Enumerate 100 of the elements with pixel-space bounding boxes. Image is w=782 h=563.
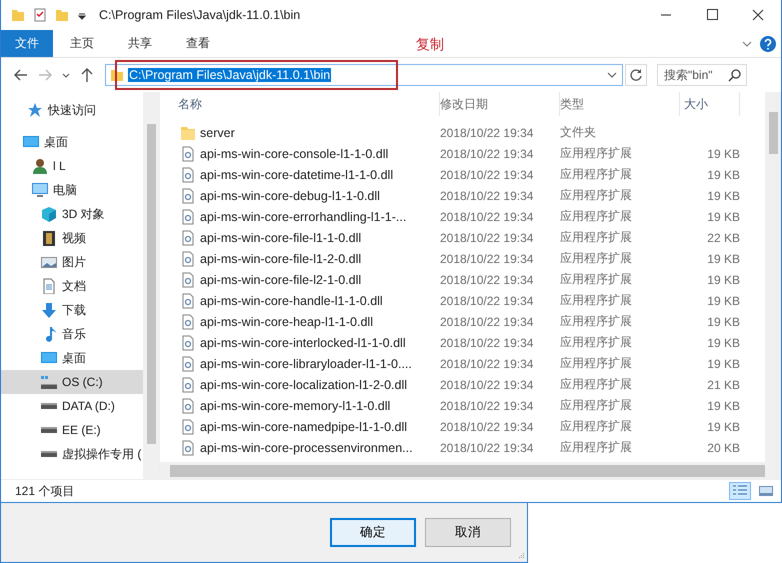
table-cell-text: 2018/10/22 19:34	[440, 356, 534, 370]
view-button[interactable]	[729, 482, 751, 500]
dialog-button[interactable]: 取消	[425, 518, 511, 547]
nav-item[interactable]: 文档	[1, 274, 144, 298]
column-header[interactable]: 大小	[680, 92, 740, 116]
file-name[interactable]: api-ms-win-core-interlocked-l1-1-0.dll	[200, 336, 406, 350]
table-cell-text: 应用程序扩展	[560, 439, 633, 456]
file-name[interactable]: api-ms-win-core-datetime-l1-1-0.dll	[200, 168, 394, 182]
file-name[interactable]: server	[200, 126, 235, 140]
nav-item[interactable]: 桌面	[1, 346, 144, 370]
table-cell-text: 2018/10/22 19:34	[440, 336, 534, 350]
ribbon-tab[interactable]: 共享	[111, 30, 169, 57]
nav-item[interactable]: l L	[1, 154, 144, 178]
gear-file-icon	[180, 292, 196, 308]
monitor-icon	[23, 134, 39, 150]
help-icon[interactable]	[760, 36, 776, 52]
file-name[interactable]: api-ms-win-core-console-l1-1-0.dll	[200, 146, 388, 160]
nav-item[interactable]: EE (E:)	[1, 418, 144, 442]
scrollbar[interactable]	[143, 92, 159, 479]
table-cell-text: 应用程序扩展	[560, 145, 633, 162]
file-name[interactable]: api-ms-win-core-libraryloader-l1-1-0....	[200, 356, 412, 370]
table-cell-text: 应用程序扩展	[560, 292, 633, 309]
table-cell-text: 应用程序扩展	[560, 229, 633, 246]
table-cell-text: 应用程序扩展	[560, 334, 633, 351]
resize-grip-icon	[517, 552, 525, 560]
nav-item[interactable]: 桌面	[1, 130, 144, 154]
person-icon	[32, 158, 48, 174]
file-name[interactable]: api-ms-win-core-heap-l1-1-0.dll	[200, 314, 373, 328]
file-name[interactable]: api-ms-win-core-file-l2-1-0.dll	[200, 272, 362, 286]
gear-file-icon	[180, 440, 196, 456]
thumbnail-view-icon	[758, 484, 774, 498]
gear-file-icon	[180, 376, 196, 392]
gear-file-icon	[180, 146, 196, 162]
ribbon-tab[interactable]: 主页	[53, 30, 111, 57]
gear-file-icon	[180, 188, 196, 204]
table-cell-text: 2018/10/22 19:34	[440, 420, 534, 434]
table-cell-text: 2018/10/22 19:34	[440, 398, 534, 412]
folder-icon	[11, 8, 25, 22]
up-arrow-icon[interactable]	[79, 67, 95, 83]
column-header[interactable]: 类型	[560, 92, 680, 116]
annotation-label: 复制	[416, 36, 444, 54]
gear-file-icon	[180, 314, 196, 330]
file-name[interactable]: api-ms-win-core-errorhandling-l1-1-...	[200, 210, 406, 224]
file-name[interactable]: api-ms-win-core-localization-l1-2-0.dll	[200, 378, 408, 392]
back-arrow-icon[interactable]	[13, 67, 29, 83]
table-cell-text: 文件夹	[560, 124, 597, 141]
table-cell-text: 19 KB	[706, 146, 740, 160]
file-name[interactable]: api-ms-win-core-debug-l1-1-0.dll	[200, 188, 380, 202]
nav-item[interactable]: 视频	[1, 226, 144, 250]
column-header[interactable]: 名称	[178, 92, 440, 116]
nav-item[interactable]: 快速访问	[1, 98, 144, 122]
checklist-icon[interactable]	[33, 8, 47, 22]
table-cell-text: 22 KB	[706, 230, 740, 244]
cube-icon	[41, 206, 57, 222]
gear-file-icon	[180, 230, 196, 246]
folder-icon	[180, 124, 196, 140]
file-name[interactable]: api-ms-win-core-namedpipe-l1-1-0.dll	[200, 420, 408, 434]
table-cell-text: 2018/10/22 19:34	[440, 272, 534, 286]
table-cell-text: 20 KB	[706, 440, 740, 454]
dialog-button[interactable]: 确定	[330, 518, 416, 547]
ribbon-tab[interactable]: 文件	[1, 30, 53, 57]
nav-item[interactable]: 3D 对象	[1, 202, 144, 226]
file-name[interactable]: api-ms-win-core-file-l1-2-0.dll	[200, 252, 362, 266]
down-arrow-icon	[41, 302, 57, 318]
refresh-button[interactable]	[625, 64, 647, 86]
ribbon-tab[interactable]: 查看	[169, 30, 227, 57]
computer-icon	[32, 182, 48, 198]
file-name[interactable]: api-ms-win-core-handle-l1-1-0.dll	[200, 294, 383, 308]
file-name[interactable]: api-ms-win-core-file-l1-1-0.dll	[200, 230, 362, 244]
nav-item[interactable]: 图片	[1, 250, 144, 274]
file-name[interactable]: api-ms-win-core-processenvironmen...	[200, 440, 413, 454]
table-cell-text: 19 KB	[706, 336, 740, 350]
gear-file-icon	[180, 418, 196, 434]
nav-item[interactable]: 音乐	[1, 322, 144, 346]
scrollbar[interactable]	[160, 462, 781, 479]
nav-item[interactable]: OS (C:)	[1, 370, 144, 394]
gear-file-icon	[180, 272, 196, 288]
table-cell-text: 21 KB	[706, 378, 740, 392]
nav-item[interactable]: 虚拟操作专用 (	[1, 442, 144, 466]
drive-icon	[41, 427, 57, 433]
file-name[interactable]: api-ms-win-core-memory-l1-1-0.dll	[200, 398, 390, 412]
column-header[interactable]: 修改日期	[440, 92, 560, 116]
scrollbar[interactable]	[765, 92, 781, 462]
table-cell-text: 2018/10/22 19:34	[440, 188, 534, 202]
nav-item[interactable]: 电脑	[1, 178, 144, 202]
table-cell-text: 2018/10/22 19:34	[440, 146, 534, 160]
table-cell-text: 19 KB	[706, 398, 740, 412]
table-cell-text: 应用程序扩展	[560, 187, 633, 204]
table-cell-text: 应用程序扩展	[560, 355, 633, 372]
address-field[interactable]: C:\Program Files\Java\jdk-11.0.1\bin	[105, 64, 623, 86]
table-cell-text: 应用程序扩展	[560, 208, 633, 225]
table-cell-text: 2018/10/22 19:34	[440, 126, 534, 140]
gear-file-icon	[180, 208, 196, 224]
gear-file-icon	[180, 166, 196, 182]
nav-item[interactable]: 下载	[1, 298, 144, 322]
table-cell-text: 2018/10/22 19:34	[440, 314, 534, 328]
search-field[interactable]: 搜索"bin"	[657, 64, 747, 86]
nav-item[interactable]: DATA (D:)	[1, 394, 144, 418]
window-title: C:\Program Files\Java\jdk-11.0.1\bin	[99, 8, 302, 22]
table-cell-text: 19 KB	[706, 314, 740, 328]
